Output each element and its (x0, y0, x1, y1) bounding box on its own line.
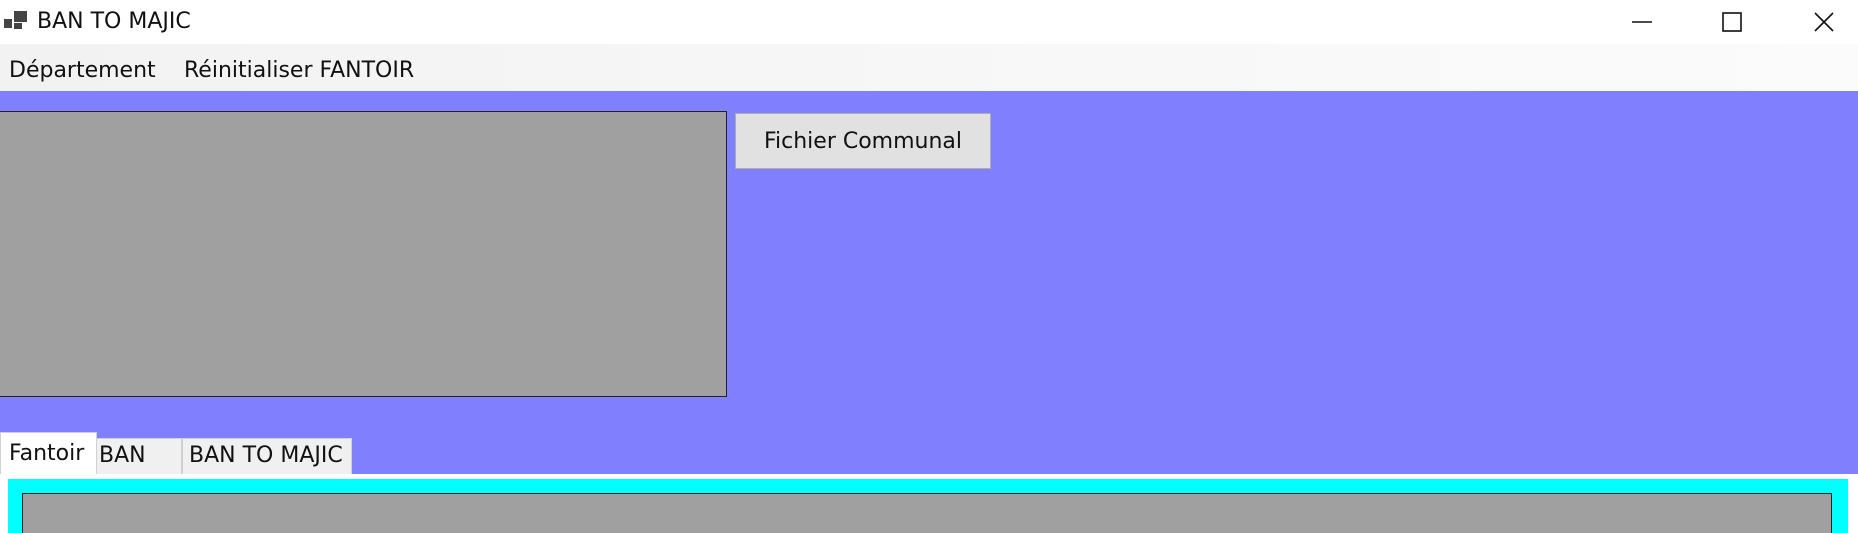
fantoir-data-grid[interactable] (22, 493, 1832, 533)
close-button[interactable] (1778, 0, 1858, 44)
maximize-icon (1721, 11, 1743, 33)
maximize-button[interactable] (1686, 0, 1778, 44)
menu-item-departement[interactable]: Département (9, 58, 156, 84)
window-title: BAN TO MAJIC (37, 9, 191, 34)
tab-panel-fantoir (0, 474, 1858, 533)
close-icon (1813, 11, 1835, 33)
preview-panel (0, 111, 727, 397)
minimize-button[interactable] (1596, 0, 1688, 44)
menu-bar: Département Réinitialiser FANTOIR (0, 44, 1858, 91)
app-window: BAN TO MAJIC Département Réinitialiser F… (0, 0, 1858, 533)
fichier-communal-button[interactable]: Fichier Communal (735, 113, 991, 169)
menu-item-reinitialiser-fantoir[interactable]: Réinitialiser FANTOIR (184, 58, 414, 84)
tab-ban[interactable]: BAN (96, 438, 182, 474)
app-window-icon (4, 11, 28, 31)
main-panel: Fichier Communal Fantoir BAN BAN TO MAJI… (0, 91, 1858, 533)
tab-ban-to-majic[interactable]: BAN TO MAJIC (182, 438, 352, 474)
minimize-icon (1631, 11, 1653, 33)
tab-panel-content (8, 479, 1848, 533)
tab-strip: Fantoir BAN BAN TO MAJIC (0, 432, 1858, 474)
tab-fantoir[interactable]: Fantoir (0, 432, 97, 474)
title-bar[interactable]: BAN TO MAJIC (0, 0, 1858, 44)
